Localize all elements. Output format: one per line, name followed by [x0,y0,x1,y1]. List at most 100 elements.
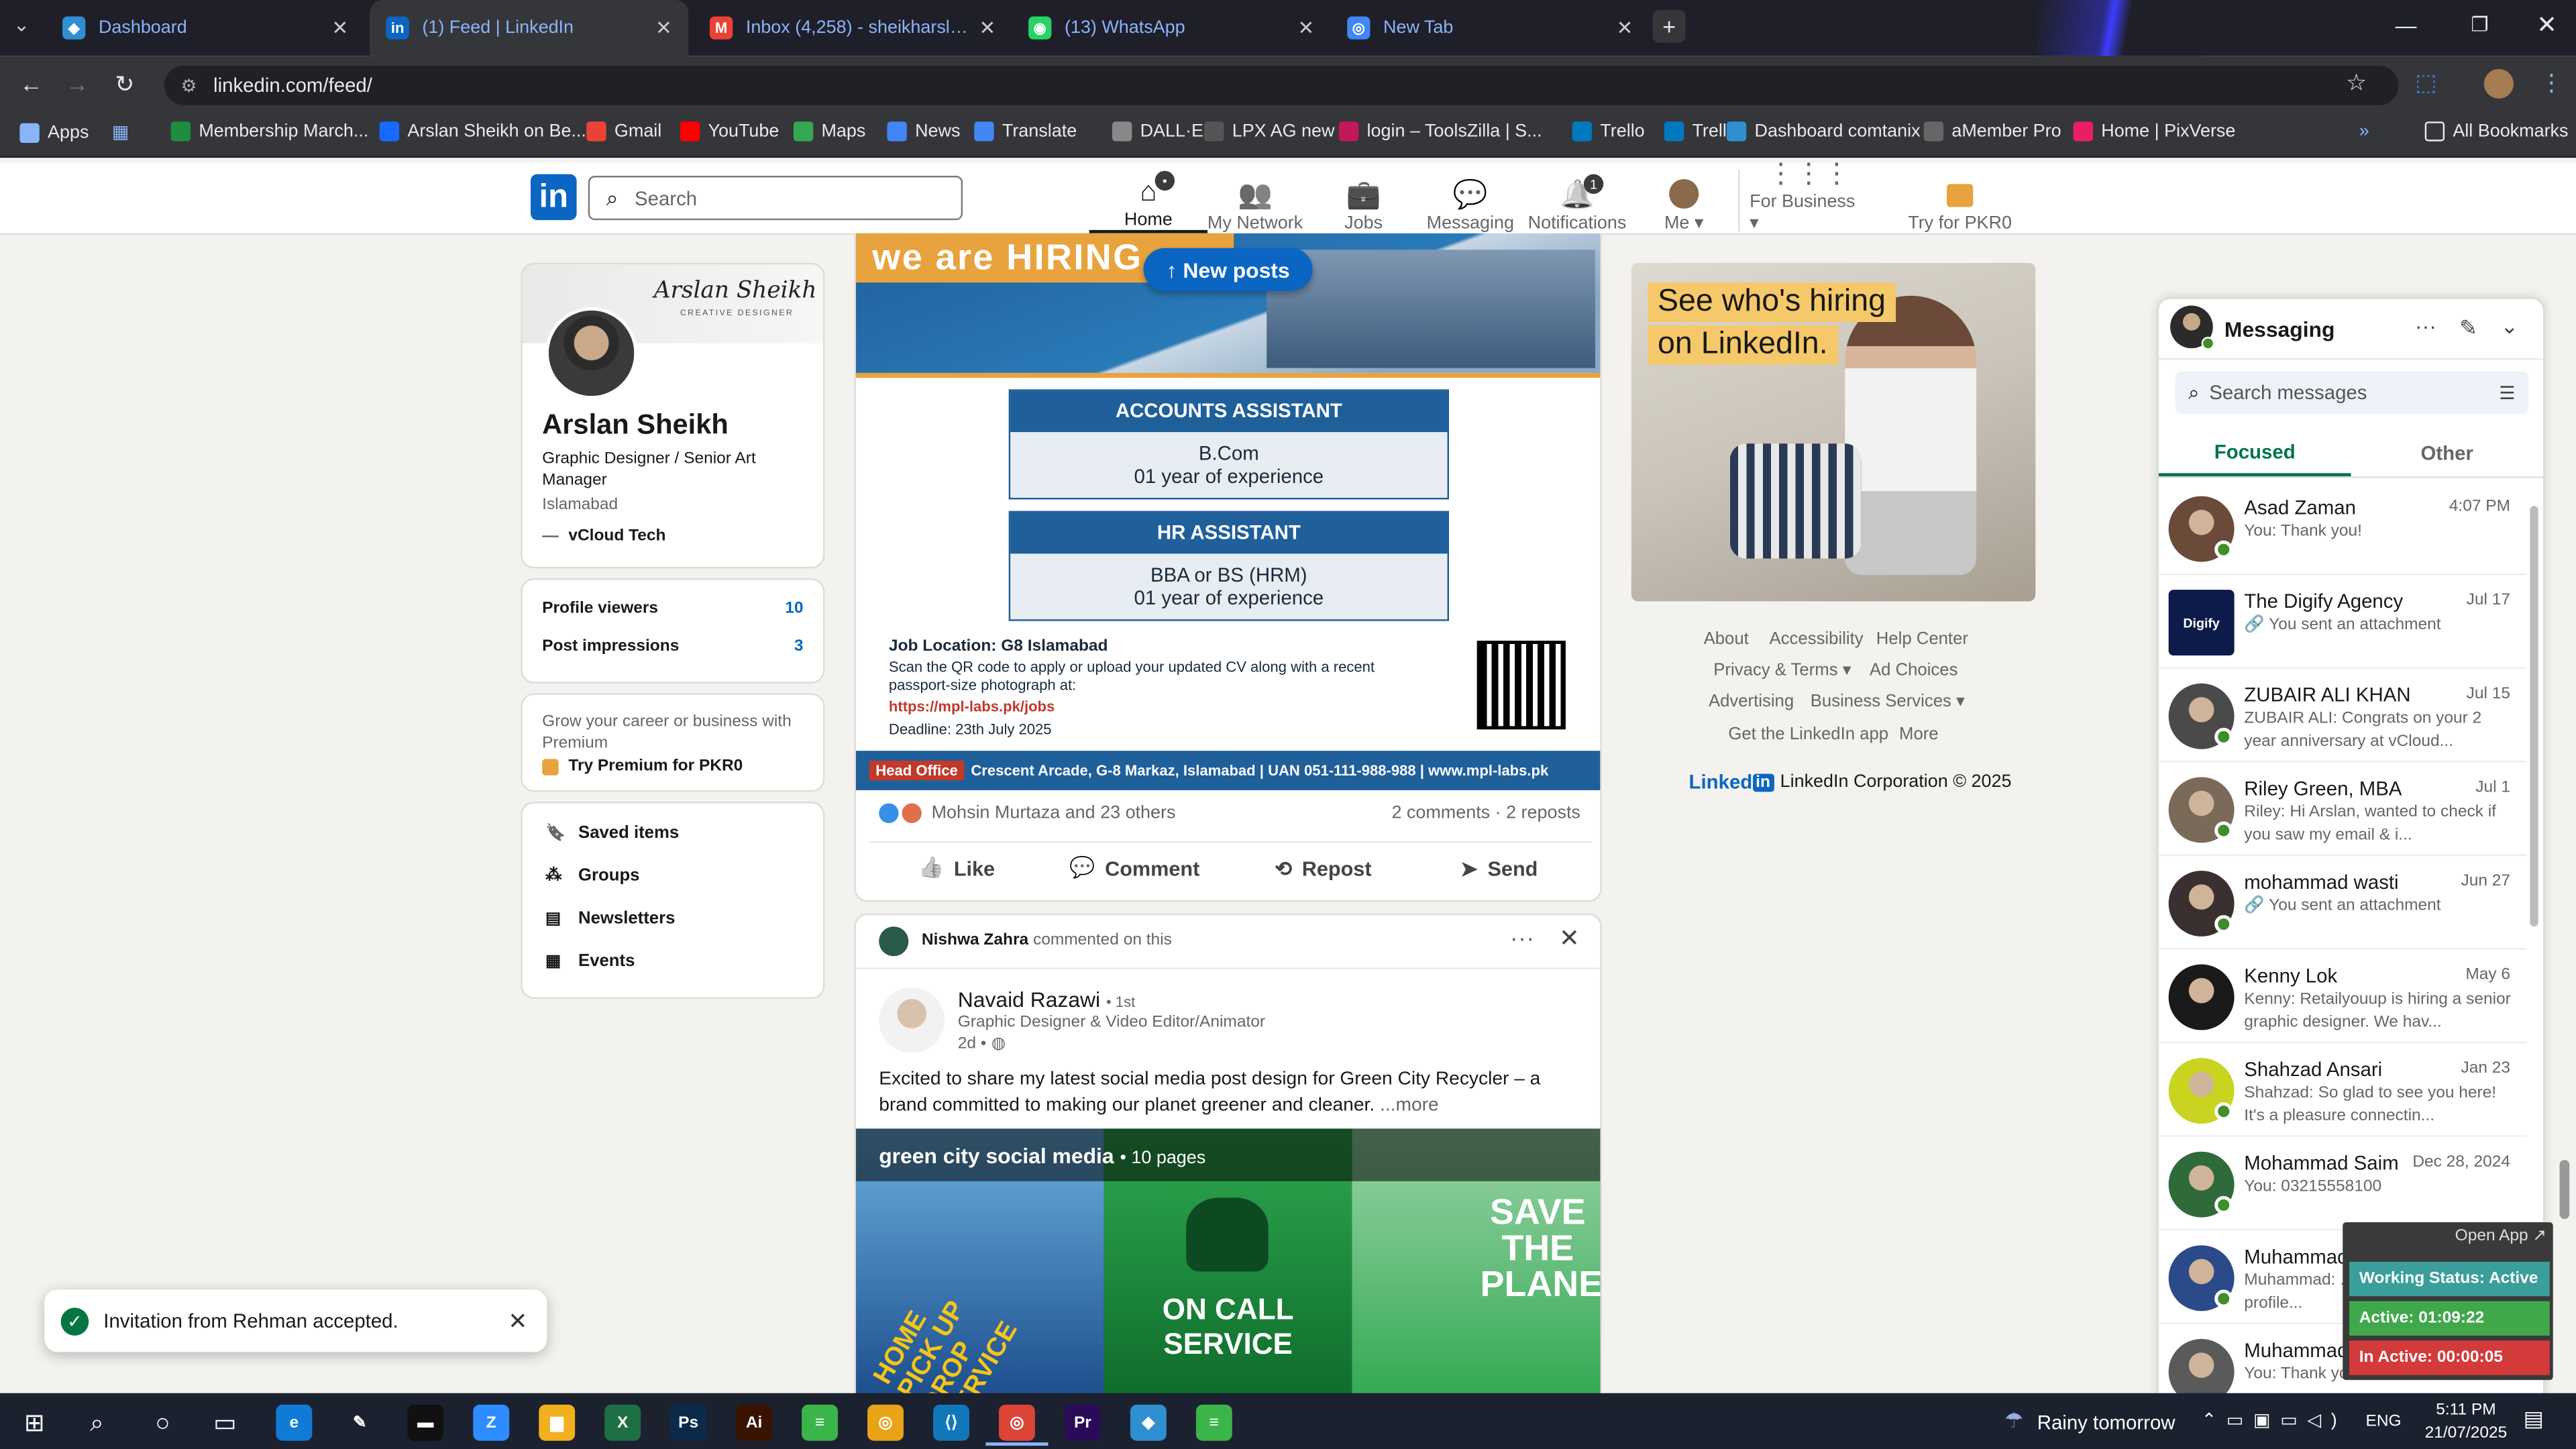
bookmark-item[interactable]: Trello [1572,121,1645,142]
profile-avatar[interactable] [2483,68,2514,99]
bookmark-item[interactable]: Gmail [586,121,661,142]
tab-close-icon[interactable]: ✕ [655,16,672,39]
commenter-name[interactable]: Nishwa Zahra [922,932,1028,950]
premium-link[interactable]: Try Premium for PKR0 [542,757,743,775]
bookmark-item[interactable]: Arslan Sheikh on Be... [379,121,586,142]
shortcut-bookmark[interactable]: 🔖 Saved items [545,823,679,843]
author-name[interactable]: Navaid Razawi [958,987,1100,1012]
bookmark-item[interactable]: Maps [793,121,865,142]
taskbar-premiere-icon[interactable]: Pr [1064,1404,1101,1441]
like-button[interactable]: 👍 Like [918,856,995,881]
bookmark-item[interactable]: login – ToolsZilla | S... [1338,121,1542,142]
browser-tab[interactable]: ◎ New Tab ✕ [1331,0,1650,56]
close-window-icon[interactable]: ✕ [2536,10,2557,40]
see-more-link[interactable]: ...more [1380,1095,1439,1115]
stat-row[interactable]: Post impressions 3 [542,637,803,655]
minimize-icon[interactable]: — [2396,13,2417,38]
nav-avatar[interactable]: Me ▾ [1625,168,1743,233]
notification-center-icon[interactable]: ▤ [2524,1406,2544,1432]
filter-icon[interactable]: ☰ [2499,382,2515,403]
tab-close-icon[interactable]: ✕ [979,16,996,39]
conversation-item[interactable]: Asad Zaman 4:07 PM You: Thank you! [2158,482,2527,576]
footer-link[interactable]: About [1704,629,1749,649]
conversation-item[interactable]: ZUBAIR ALI KHAN Jul 15 ZUBAIR ALI: Congrat… [2158,669,2527,763]
taskbar-start-icon[interactable]: ⊞ [16,1404,53,1441]
repost-button[interactable]: ⟲ Repost [1275,856,1371,881]
site-info-icon[interactable]: ⚙ [180,74,197,96]
bookmark-item[interactable]: Home | PixVerse [2073,121,2235,142]
reactions-summary[interactable]: Mohsin Murtaza and 23 others [879,803,1175,823]
taskbar-illustrator-icon[interactable]: Ai [736,1404,773,1441]
extension-icon[interactable]: ⬚ [2415,69,2436,97]
clock-date[interactable]: 21/07/2025 [2415,1424,2517,1442]
tab-close-icon[interactable]: ✕ [332,16,349,39]
footer-link[interactable]: Accessibility [1770,629,1864,649]
taskbar-search-icon[interactable]: ⌕ [78,1404,115,1441]
taskbar-taskview-icon[interactable]: ▭ [207,1404,244,1441]
browser-tab[interactable]: ◉ (13) WhatsApp ✕ [1012,0,1331,56]
weather-text[interactable]: Rainy tomorrow [2037,1411,2176,1434]
all-bookmarks[interactable]: All Bookmarks [2424,121,2568,142]
new-tab-button[interactable]: + [1652,9,1686,43]
nav-chat[interactable]: 💬 Messaging [1411,168,1529,233]
premium-card[interactable]: Grow your career or business with Premiu… [521,693,825,792]
taskbar-terminal-icon[interactable]: ▬ [407,1404,444,1441]
comment-button[interactable]: 💬 Comment [1069,856,1199,881]
job-apply-link[interactable]: https://mpl-labs.pk/jobs [889,698,1055,714]
clock-time[interactable]: 5:11 PM [2425,1401,2507,1419]
footer-link[interactable]: Ad Choices [1870,660,1958,680]
language-indicator[interactable]: ENG [2366,1413,2402,1431]
more-bookmarks-icon[interactable]: » [2359,121,2369,141]
comments-count[interactable]: 2 comments · 2 reposts [1391,804,1580,823]
conversation-item[interactable]: Riley Green, MBA Jul 1 Riley: Hi Arslan, w… [2158,762,2527,856]
shortcut-calendar[interactable]: ▦ Events [545,951,635,971]
bookmark-item[interactable]: DALL·E 2 [1112,121,1218,142]
bookmark-item[interactable]: News [887,121,960,142]
compose-icon[interactable]: ✎ [2459,315,2477,341]
taskbar-green-app-icon[interactable]: ≡ [802,1404,838,1441]
conversation-item[interactable]: Mohammad Saim Dec 28, 2024 You: 0321555810… [2158,1137,2527,1231]
document-carousel[interactable]: green city social media • 10 pages HOME … [855,1128,1601,1405]
taskbar-chrome-icon[interactable]: ◎ [867,1404,904,1441]
profile-company[interactable]: vCloud Tech [542,527,665,545]
menu-kebab-icon[interactable]: ⋮ [2540,69,2563,97]
taskbar-zoom-icon[interactable]: Z [473,1404,510,1441]
messaging-title[interactable]: Messaging [2224,317,2335,342]
bookmark-item[interactable]: Membership March... [170,121,369,142]
dismiss-icon[interactable]: ✕ [1559,923,1580,953]
system-tray-icons[interactable]: ⌃▭▣▭◁) [2202,1409,2347,1431]
messaging-more-icon[interactable]: ··· [2415,314,2436,339]
bookmark-item[interactable]: Dashboard comtanix [1726,121,1921,142]
send-button[interactable]: ➤ Send [1460,856,1538,881]
taskbar-cortana-icon[interactable]: ○ [144,1404,181,1441]
toast-close-icon[interactable]: ✕ [508,1307,527,1335]
taskbar-edge-icon[interactable]: e [276,1404,313,1441]
star-icon[interactable]: ☆ [2346,69,2367,97]
bookmark-item[interactable]: Apps ▦ [19,121,129,143]
footer-link[interactable]: More [1899,724,1939,744]
collapse-icon[interactable]: ⌄ [2500,314,2518,340]
shortcut-newsletter[interactable]: ▤ Newsletters [545,908,675,928]
bookmark-item[interactable]: YouTube [680,121,779,142]
weather-icon[interactable]: ☂ [2004,1408,2024,1434]
page-scrollbar[interactable] [2559,1159,2570,1220]
footer-link[interactable]: Privacy & Terms ▾ [1713,660,1851,680]
nav-briefcase[interactable]: 💼 Jobs [1304,168,1422,233]
apps-grid-icon[interactable]: ▦ [112,121,129,143]
footer-link[interactable]: Business Services ▾ [1811,692,1965,711]
conversation-item[interactable]: Digify The Digify Agency Jul 17 🔗 You sent … [2158,575,2527,669]
tab-close-icon[interactable]: ✕ [1617,16,1633,39]
conversation-item[interactable]: Kenny Lok May 6 Kenny: Retailyouup is hiri… [2158,950,2527,1044]
messaging-scrollbar[interactable] [2530,506,2538,927]
nav-grid[interactable]: ⋮⋮⋮ For Business ▾ [1750,158,1868,233]
reload-icon[interactable]: ↻ [115,70,134,99]
browser-tab[interactable]: in (1) Feed | LinkedIn ✕ [370,0,689,56]
footer-link[interactable]: Advertising [1709,692,1794,711]
footer-link[interactable]: Help Center [1876,629,1968,649]
profile-name[interactable]: Arslan Sheikh [542,409,729,442]
taskbar-explorer-icon[interactable]: ▆ [539,1404,576,1441]
hiring-ad[interactable]: See who's hiring on LinkedIn. [1631,262,2036,602]
browser-tab[interactable]: ◆ Dashboard ✕ [46,0,365,56]
taskbar-excel-icon[interactable]: X [604,1404,641,1441]
tab-search-icon[interactable]: ⌄ [13,13,30,36]
